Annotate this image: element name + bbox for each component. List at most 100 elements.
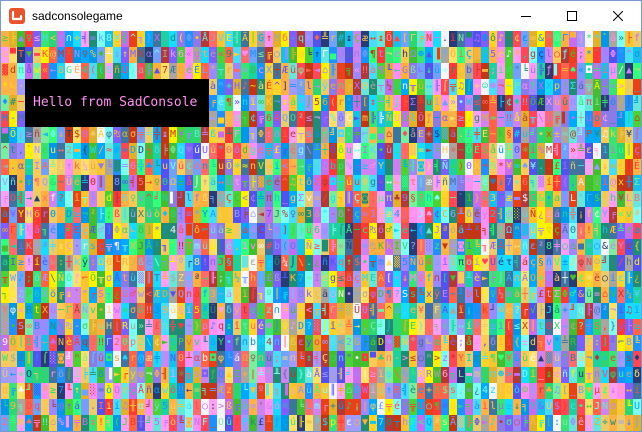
console-cell: > (433, 351, 441, 367)
console-cell: u (617, 143, 625, 159)
console-cell: ≈ (105, 143, 113, 159)
console-cell: ♠ (121, 351, 129, 367)
console-cell: ○ (273, 47, 281, 63)
console-cell: P (513, 79, 521, 95)
console-cell: ▓ (1, 63, 9, 79)
console-cell: ' (577, 191, 585, 207)
title-bar[interactable]: sadconsolegame (1, 1, 641, 31)
console-cell: Σ (297, 191, 305, 207)
console-cell: j (289, 223, 297, 239)
console-cell: ú (417, 255, 425, 271)
console-cell: Γ (561, 31, 569, 47)
console-cell: ▼ (249, 383, 257, 399)
console-cell: ≥ (369, 367, 377, 383)
console-cell: ƒ (73, 271, 81, 287)
console-cell: í (113, 399, 121, 415)
console-cell: p (553, 79, 561, 95)
console-cell: ∙ (9, 319, 17, 335)
console-cell: ○ (201, 399, 209, 415)
console-cell: ≥ (73, 207, 81, 223)
minimize-button[interactable] (503, 1, 549, 31)
console-cell: ▌ (561, 111, 569, 127)
console-cell: ∩ (385, 351, 393, 367)
maximize-button[interactable] (549, 1, 595, 31)
console-cell: ∙ (393, 271, 401, 287)
console-cell: ☻ (497, 367, 505, 383)
console-cell: 1 (105, 303, 113, 319)
console-cell: ╠ (145, 63, 153, 79)
console-cell: á (521, 255, 529, 271)
console-cell: ╠ (369, 111, 377, 127)
console-cell: ↨ (161, 127, 169, 143)
console-cell: ┴ (465, 223, 473, 239)
console-cell: 3 (153, 303, 161, 319)
console-cell: ▲ (537, 351, 545, 367)
console-cell: ╘ (49, 399, 57, 415)
console-cell: % (281, 207, 289, 223)
console-cell: ╝ (145, 415, 153, 431)
console-cell: ↑ (385, 383, 393, 399)
console-cell: ├ (361, 335, 369, 351)
console-cell: Ä (593, 79, 601, 95)
console-cell: x (617, 175, 625, 191)
console-cell: Ω (97, 255, 105, 271)
console-cell: ▄ (217, 111, 225, 127)
console-cell: 9 (225, 47, 233, 63)
console-cell: 2 (65, 143, 73, 159)
console-cell: ⌂ (633, 111, 641, 127)
console-cell: è (65, 335, 73, 351)
console-cell: H (25, 207, 33, 223)
console-cell: [ (561, 383, 569, 399)
close-button[interactable] (595, 1, 641, 31)
console-cell: ç (633, 143, 641, 159)
console-cell: ╙ (505, 143, 513, 159)
console-cell: ║ (97, 175, 105, 191)
console-cell: B (569, 351, 577, 367)
console-cell: z (441, 351, 449, 367)
console-cell: ♦ (513, 95, 521, 111)
console-cell: ═ (121, 159, 129, 175)
console-cell: ╛ (153, 191, 161, 207)
console-cell: $ (521, 191, 529, 207)
console-cell: 4 (249, 223, 257, 239)
console-cell: a (553, 191, 561, 207)
console-cell: Y (617, 239, 625, 255)
console-cell: ¥ (113, 31, 121, 47)
console-cell: ? (617, 383, 625, 399)
console-cell: t (201, 47, 209, 63)
console-cell: │ (225, 207, 233, 223)
console-cell: ⌡ (625, 95, 633, 111)
console-cell: · (425, 319, 433, 335)
console-cell: ╦ (449, 79, 457, 95)
console-cell: j (393, 95, 401, 111)
console-cell: ⌐ (81, 271, 89, 287)
console-cell: ║ (529, 319, 537, 335)
console-cell: 6 (449, 207, 457, 223)
console-cell: + (329, 399, 337, 415)
console-cell: ♀ (129, 191, 137, 207)
console-surface[interactable]: ≥ ╞ ▲ ♀ ≤ H < # ∩ ÷ ╡ = k 8 ¥ ╣ ^ ╖} X. d(Φ ∙ Å J V E ╢ Ä │ G ↑ Mδ - q K ♦… (1, 31, 641, 431)
console-cell: » (569, 143, 577, 159)
console-cell: ≤ (257, 47, 265, 63)
console-cell: n (401, 79, 409, 95)
console-cell: 6 (265, 111, 273, 127)
console-cell: ▓ (521, 223, 529, 239)
console-cell: ü (529, 63, 537, 79)
console-cell: ( (585, 415, 593, 431)
console-cell: Ö (417, 111, 425, 127)
console-cell: ï (617, 303, 625, 319)
console-cell: ε (521, 31, 529, 47)
console-cell: ◄ (1, 159, 9, 175)
console-cell: á (369, 335, 377, 351)
console-cell: ╘ (433, 143, 441, 159)
console-cell: 2 (1, 415, 9, 431)
console-cell: ⌂ (321, 63, 329, 79)
console-cell: f (441, 47, 449, 63)
console-cell: ☺ (497, 303, 505, 319)
console-cell: 9 (1, 335, 9, 351)
console-cell: ï (241, 287, 249, 303)
console-cell: φ (385, 367, 393, 383)
console-cell: Å (73, 303, 81, 319)
console-cell: ♫ (321, 159, 329, 175)
console-cell: ⌠ (441, 79, 449, 95)
